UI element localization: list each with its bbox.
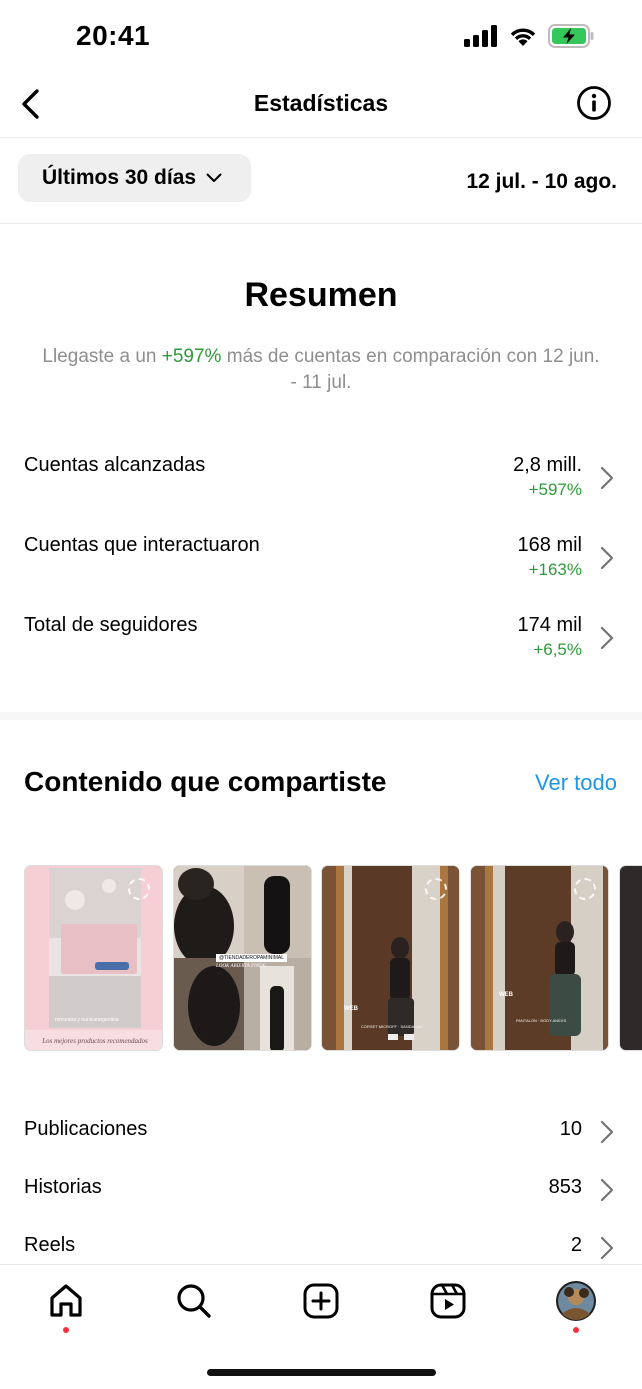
story-ring-icon bbox=[128, 878, 150, 900]
add-post-icon bbox=[303, 1283, 339, 1319]
thumbnail-overlay-text: @TIENDADEROPAMINIMAL bbox=[216, 954, 287, 962]
search-icon bbox=[177, 1284, 211, 1318]
filter-row: Últimos 30 días 12 jul. - 10 ago. bbox=[0, 138, 642, 224]
home-indicator bbox=[207, 1369, 436, 1376]
date-range-dropdown[interactable]: Últimos 30 días bbox=[18, 154, 251, 202]
thumbnail-image bbox=[620, 866, 642, 1050]
chevron-right-icon bbox=[600, 466, 614, 490]
story-ring-icon bbox=[425, 878, 447, 900]
reels-tab[interactable] bbox=[426, 1279, 470, 1323]
story-ring-icon bbox=[574, 878, 596, 900]
wifi-icon bbox=[510, 28, 536, 46]
chevron-right-icon bbox=[600, 1120, 614, 1144]
content-thumbnail[interactable]: WEB CORSET MICROFF · SANDALIAS bbox=[321, 865, 460, 1051]
metric-row-total-followers[interactable]: Total de seguidores 174 mil +6,5% bbox=[0, 614, 642, 684]
summary-desc-prefix: Llegaste a un bbox=[42, 346, 162, 367]
page-title: Estadísticas bbox=[253, 90, 389, 116]
chevron-right-icon bbox=[600, 1236, 614, 1260]
reels-icon bbox=[430, 1283, 466, 1319]
metric-row-accounts-engaged[interactable]: Cuentas que interactuaron 168 mil +163% bbox=[0, 534, 642, 604]
thumbnail-caption: PANTALON · BODY ANEXS bbox=[515, 1018, 567, 1023]
list-label: Historias bbox=[24, 1176, 102, 1198]
content-thumbnail[interactable]: WEB PANTALON · BODY ANEXS bbox=[470, 865, 609, 1051]
profile-notification-dot bbox=[573, 1327, 579, 1333]
content-thumbnails: rsmuraira y nunicarargentina Los mejores… bbox=[24, 865, 642, 1051]
home-tab[interactable] bbox=[44, 1279, 88, 1323]
search-tab[interactable] bbox=[172, 1279, 216, 1323]
date-range-label: Últimos 30 días bbox=[42, 166, 197, 189]
chevron-right-icon bbox=[600, 1178, 614, 1202]
status-icons bbox=[464, 24, 594, 48]
chevron-right-icon bbox=[600, 626, 614, 650]
metric-row-accounts-reached[interactable]: Cuentas alcanzadas 2,8 mill. +597% bbox=[0, 454, 642, 524]
list-label: Reels bbox=[24, 1234, 76, 1256]
metric-value: 174 mil bbox=[517, 614, 582, 636]
content-thumbnail[interactable]: @TIENDADEROPAMINIMAL LOOK ABIERTA FINDE bbox=[173, 865, 312, 1051]
list-row-posts[interactable]: Publicaciones 10 bbox=[0, 1112, 642, 1152]
status-time: 20:41 bbox=[76, 20, 151, 51]
metric-change: +6,5% bbox=[533, 640, 582, 659]
metric-value: 2,8 mill. bbox=[513, 454, 582, 476]
summary-desc-highlight: +597% bbox=[161, 346, 222, 367]
nav-bar: Estadísticas bbox=[0, 76, 642, 138]
metric-value: 168 mil bbox=[517, 534, 582, 556]
list-value: 2 bbox=[570, 1234, 582, 1256]
list-row-stories[interactable]: Historias 853 bbox=[0, 1170, 642, 1210]
metric-change: +597% bbox=[528, 480, 582, 499]
metric-label: Cuentas alcanzadas bbox=[24, 454, 206, 476]
signal-icon bbox=[464, 25, 497, 47]
info-button[interactable] bbox=[576, 85, 612, 121]
thumbnail-caption: Los mejores productos recomendados bbox=[42, 1037, 148, 1045]
create-tab[interactable] bbox=[299, 1279, 343, 1323]
info-icon bbox=[577, 86, 611, 120]
list-value: 853 bbox=[548, 1176, 582, 1198]
thumbnail-overlay-text: rsmuraira y nunicarargentina bbox=[55, 1017, 119, 1023]
metric-label: Total de seguidores bbox=[24, 614, 198, 636]
summary-description: Llegaste a un +597% más de cuentas en co… bbox=[40, 344, 602, 396]
content-section-title: Contenido que compartiste bbox=[24, 766, 387, 797]
metric-label: Cuentas que interactuaron bbox=[24, 534, 260, 556]
content-thumbnail[interactable]: rsmuraira y nunicarargentina Los mejores… bbox=[24, 865, 163, 1051]
thumbnail-caption: CORSET MICROFF · SANDALIAS bbox=[361, 1024, 423, 1029]
profile-tab[interactable] bbox=[554, 1279, 598, 1323]
metric-change: +163% bbox=[528, 560, 582, 579]
see-all-link[interactable]: Ver todo bbox=[535, 770, 617, 796]
status-bar: 20:41 bbox=[0, 0, 642, 76]
chevron-right-icon bbox=[600, 546, 614, 570]
thumbnail-caption: LOOK ABIERTA FINDE bbox=[216, 964, 266, 969]
battery-icon bbox=[548, 24, 594, 48]
list-row-reels[interactable]: Reels 2 bbox=[0, 1228, 642, 1268]
home-notification-dot bbox=[63, 1327, 69, 1333]
list-label: Publicaciones bbox=[24, 1118, 148, 1140]
content-thumbnail[interactable] bbox=[619, 865, 642, 1051]
thumbnail-overlay-text: WEB bbox=[499, 992, 513, 998]
summary-title: Resumen bbox=[244, 276, 398, 314]
date-range-text: 12 jul. - 10 ago. bbox=[466, 170, 617, 193]
thumbnail-overlay-text: WEB bbox=[344, 1006, 358, 1012]
home-icon bbox=[50, 1284, 82, 1317]
chevron-down-icon bbox=[206, 173, 222, 182]
list-value: 10 bbox=[559, 1118, 582, 1140]
summary-desc-suffix: más de cuentas en comparación con 12 jun… bbox=[221, 346, 600, 393]
section-divider bbox=[0, 712, 642, 720]
avatar bbox=[556, 1281, 596, 1321]
